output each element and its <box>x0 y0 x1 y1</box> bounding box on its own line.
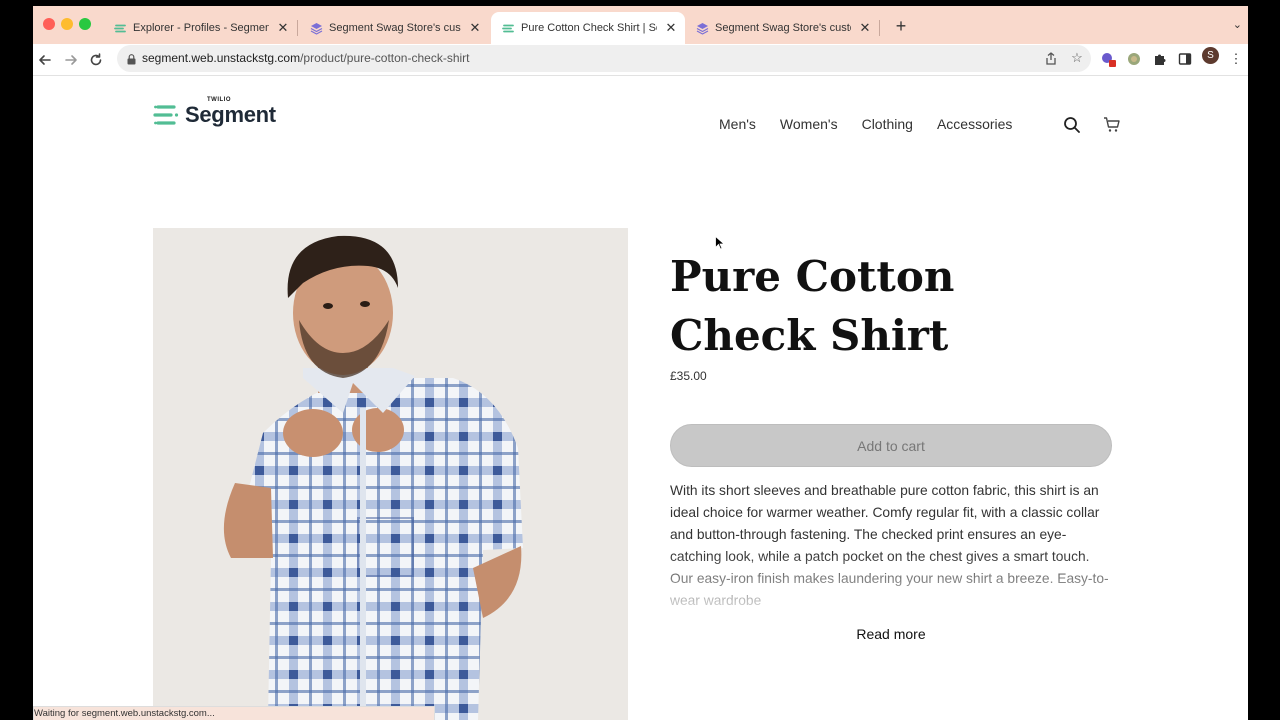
back-arrow-icon <box>39 55 51 65</box>
forward-button[interactable] <box>59 48 83 72</box>
browser-toolbar: segment.web.unstackstg.com/product/pure-… <box>33 44 1248 76</box>
tab-title: Explorer - Profiles - Segment <box>133 22 269 34</box>
more-menu-icon[interactable]: ⋮ <box>1226 49 1246 69</box>
browser-window: Explorer - Profiles - Segment ✕ Segment … <box>33 6 1248 720</box>
status-bar: Waiting for segment.web.unstackstg.com..… <box>33 706 435 720</box>
tab-search-chevron-icon[interactable]: ⌄ <box>1233 18 1242 31</box>
product-price: £35.00 <box>670 369 707 383</box>
segment-logo-icon <box>153 105 179 125</box>
url-host: segment.web.unstackstg.com <box>142 51 301 65</box>
site-logo[interactable]: TWILIO Segment <box>153 97 276 129</box>
tab-pure-cotton-check-shirt[interactable]: Pure Cotton Check Shirt | Seg ✕ <box>491 12 685 44</box>
nav-link-accessories[interactable]: Accessories <box>937 115 1012 133</box>
reload-icon <box>90 53 102 66</box>
lock-icon[interactable] <box>127 52 136 70</box>
tab-strip: Explorer - Profiles - Segment ✕ Segment … <box>33 6 1248 44</box>
url-path: /product/pure-cotton-check-shirt <box>300 51 470 65</box>
site-nav: Men's Women's Clothing Accessories <box>719 115 1012 133</box>
extensions-puzzle-icon[interactable] <box>1150 49 1170 69</box>
extension-globe-icon[interactable] <box>1124 49 1144 69</box>
close-window-button[interactable] <box>43 18 55 30</box>
tab-title: Pure Cotton Check Shirt | Seg <box>521 22 657 34</box>
web-page: TWILIO Segment Men's Women's Clothing Ac… <box>33 77 1248 720</box>
side-panel-icon[interactable] <box>1175 49 1195 69</box>
nav-link-womens[interactable]: Women's <box>780 115 838 133</box>
url-text: segment.web.unstackstg.com/product/pure-… <box>142 51 469 65</box>
nav-link-mens[interactable]: Men's <box>719 115 756 133</box>
tab-explorer-profiles[interactable]: Explorer - Profiles - Segment ✕ <box>103 12 297 44</box>
tab-separator <box>879 20 880 36</box>
logo-twilio-text: TWILIO <box>207 97 231 103</box>
close-tab-icon[interactable]: ✕ <box>663 20 679 36</box>
address-bar[interactable]: segment.web.unstackstg.com/product/pure-… <box>117 45 1091 72</box>
close-tab-icon[interactable]: ✕ <box>857 20 873 36</box>
stack-icon <box>309 21 323 35</box>
close-tab-icon[interactable]: ✕ <box>467 20 483 36</box>
minimize-window-button[interactable] <box>61 18 73 30</box>
tab-separator <box>297 20 298 36</box>
tab-swag-store-2[interactable]: Segment Swag Store's custom ✕ <box>685 12 879 44</box>
product-title: Pure Cotton Check Shirt <box>670 252 955 360</box>
logo-wordmark: TWILIO Segment <box>185 97 276 129</box>
extension-puzzle-badge-icon[interactable] <box>1098 49 1118 69</box>
back-button[interactable] <box>33 48 57 72</box>
mouse-cursor-icon <box>715 236 724 250</box>
search-icon[interactable] <box>1063 116 1081 139</box>
logo-segment-text: Segment <box>185 102 276 127</box>
segment-logo-icon <box>113 21 127 35</box>
nav-link-clothing[interactable]: Clothing <box>862 115 913 133</box>
add-to-cart-button[interactable]: Add to cart <box>670 424 1112 467</box>
stack-icon <box>695 21 709 35</box>
cart-icon[interactable] <box>1103 116 1121 139</box>
share-icon[interactable] <box>1043 50 1059 66</box>
forward-arrow-icon <box>65 55 77 65</box>
tab-title: Segment Swag Store's custom <box>715 22 851 34</box>
product-photo-illustration <box>153 228 628 720</box>
read-more-link[interactable]: Read more <box>670 626 1112 642</box>
reload-button[interactable] <box>84 48 108 72</box>
profile-avatar[interactable]: S <box>1202 47 1219 64</box>
segment-logo-icon <box>501 21 515 35</box>
product-image[interactable] <box>153 228 628 720</box>
tab-swag-store-1[interactable]: Segment Swag Store's custom ✕ <box>299 12 489 44</box>
maximize-window-button[interactable] <box>79 18 91 30</box>
close-tab-icon[interactable]: ✕ <box>275 20 291 36</box>
new-tab-button[interactable]: + <box>889 15 913 37</box>
bookmark-star-icon[interactable]: ☆ <box>1069 50 1085 66</box>
product-description: With its short sleeves and breathable pu… <box>670 483 1109 608</box>
tab-title: Segment Swag Store's custom <box>329 22 461 34</box>
